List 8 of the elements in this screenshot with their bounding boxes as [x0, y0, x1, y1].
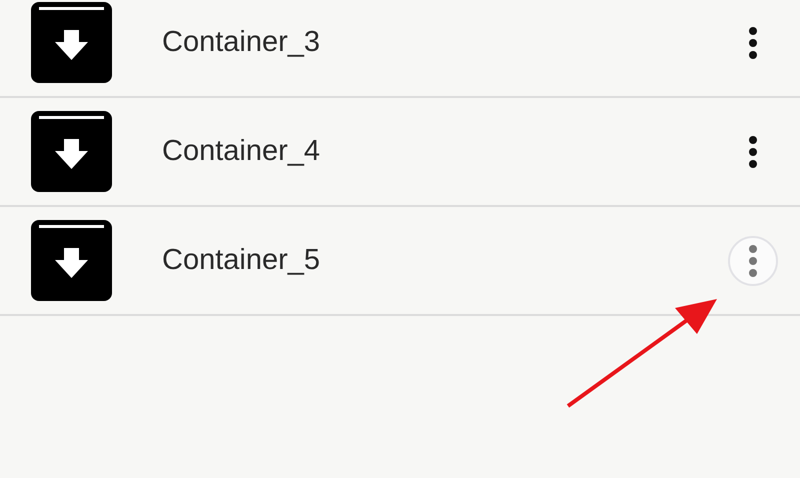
container-name: Container_4 — [162, 135, 321, 168]
container-name: Container_5 — [162, 244, 321, 277]
archive-download-icon — [31, 111, 112, 192]
more-icon — [748, 244, 758, 278]
container-name: Container_3 — [162, 26, 321, 59]
archive-download-icon — [31, 220, 112, 301]
more-icon — [748, 134, 758, 168]
more-icon — [748, 26, 758, 60]
